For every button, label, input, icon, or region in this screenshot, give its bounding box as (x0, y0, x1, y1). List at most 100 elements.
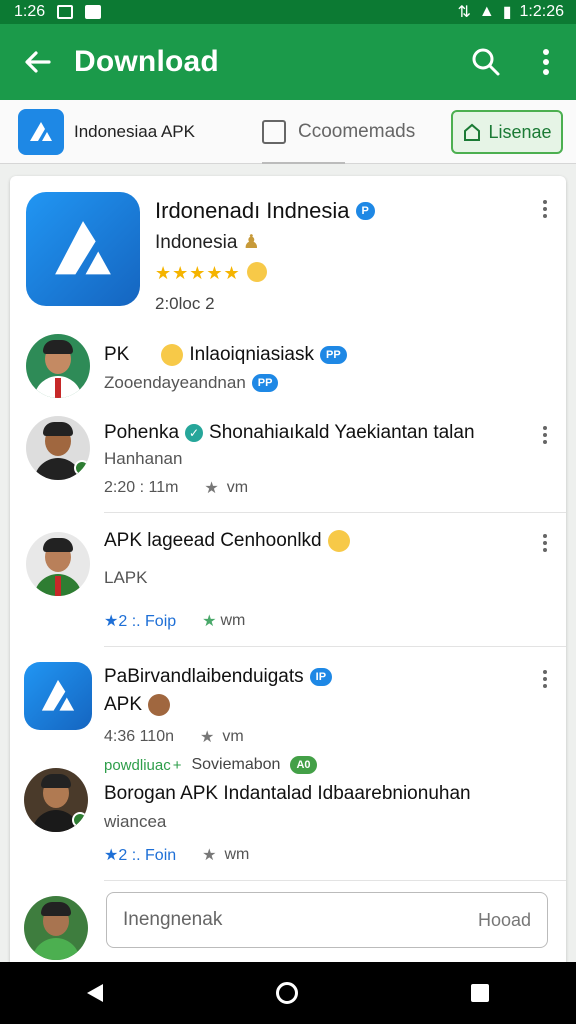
like-label: vm (222, 728, 244, 745)
comment-text: Shonahiaıkald Yaekiantan talan (209, 422, 475, 443)
comment-more-button[interactable] (542, 534, 548, 552)
rating-label: 2 :. Foin (118, 847, 177, 864)
grin-emoji-icon (327, 530, 350, 552)
tab-comments[interactable]: Ccoomemads (262, 100, 415, 164)
star-icon: ★ (200, 729, 215, 746)
comment-more-button[interactable] (542, 670, 548, 688)
star-icon: ★ (202, 613, 217, 630)
app-subtitle-text: Indonesia (155, 232, 238, 253)
upload-button[interactable]: Hooad (478, 910, 531, 931)
comment-header-line: powdliuac + Soviemabon A0 (104, 756, 317, 774)
like-label: wm (224, 846, 250, 863)
app-card: Irdonenadı Indnesia P Indonesia ♟ ★★★★★ … (10, 176, 566, 976)
nav-home-icon[interactable] (275, 982, 298, 1004)
app-bar: Download (0, 24, 576, 100)
comment-text: Borogan APK Indantalad Idbaarebnionuhan (104, 783, 471, 804)
system-nav-bar (0, 962, 576, 1024)
comment-more-button[interactable] (542, 426, 548, 444)
back-button[interactable] (0, 24, 74, 100)
app-subtitle: Indonesia ♟ (155, 231, 260, 254)
comment-meta: 4:36 110n ★ vm (104, 727, 244, 747)
app-rating: ★★★★★ (155, 262, 267, 284)
divider (104, 512, 566, 513)
battery-icon: ▮ (502, 4, 512, 21)
comment-name: APK lageead Cenhoonlkd (104, 530, 350, 552)
license-button-label: Lisenae (488, 121, 552, 142)
license-button[interactable]: Lisenae (451, 110, 563, 154)
nav-recents-icon[interactable] (471, 984, 490, 1002)
rating-button[interactable]: ★2 :. Foip (104, 611, 176, 631)
like-button[interactable]: ★ vm (200, 727, 244, 747)
online-indicator (74, 460, 90, 476)
like-button[interactable]: ★ vm (204, 478, 248, 498)
comment-input[interactable]: Inengnenak Hooad (106, 892, 548, 948)
comment-subtext: APK (104, 694, 143, 715)
current-user-avatar (24, 896, 88, 960)
avatar[interactable] (24, 768, 88, 832)
comment-name: PaBirvandlaibenduigats IP (104, 666, 333, 688)
figure-icon: ♟ (242, 232, 260, 253)
overflow-menu-button[interactable] (516, 24, 576, 100)
comment-subline: Zooendayeandnan PP (104, 373, 279, 393)
rating-button[interactable]: ★2 :. Foin (104, 845, 176, 865)
comment-icon (262, 119, 286, 144)
star-icon: ★ (202, 847, 217, 864)
download-count: 2:0loc 2 (155, 294, 215, 313)
rating-label: 2 :. Foip (118, 613, 177, 630)
divider (104, 646, 566, 647)
card-more-button[interactable] (542, 200, 548, 218)
star-icon: ★ (104, 847, 119, 864)
tab-app[interactable]: Indonesiaa APK (18, 108, 218, 155)
gallery-notification-icon (57, 5, 74, 19)
tab-comments-label: Ccoomemads (298, 120, 416, 142)
comment-subline: wiancea (104, 812, 167, 831)
avatar[interactable] (26, 334, 90, 398)
comment-badge: A0 (290, 756, 317, 774)
search-icon (472, 48, 500, 76)
like-button[interactable]: ★ wm (202, 611, 245, 631)
status-bar: 1:26 ⇅ ▲ ▮ 1:2:26 (0, 0, 576, 24)
comment-badge: IP (309, 668, 333, 686)
avatar[interactable] (26, 532, 90, 596)
verified-badge: P (355, 202, 375, 220)
comment-badge: PP (320, 346, 347, 364)
like-label: vm (226, 479, 249, 496)
comment-input-placeholder: Inengnenak (123, 909, 223, 930)
comment-author: Pohenka (104, 422, 180, 443)
comment-time: 2:20 : 11m (104, 479, 179, 496)
comment-meta: ★2 :. Foin ★ wm (104, 845, 249, 865)
status-time-right: 1:2:26 (519, 3, 564, 20)
comment-author: APK lageead Cenhoonlkd (104, 530, 322, 551)
like-label: wm (220, 612, 246, 629)
page-title: Download (74, 45, 219, 78)
home-outline-icon (464, 123, 481, 141)
comment-author: Soviemabon (191, 756, 281, 773)
comment-subtext: Zooendayeandnan (104, 373, 246, 392)
comment-author: PK (104, 344, 130, 365)
comment-name: Pohenka ✓ Shonahiaıkald Yaekiantan talan (104, 422, 475, 444)
face-emoji-icon (148, 694, 171, 716)
comment-author: PaBirvandlaibenduigats (104, 666, 304, 687)
app-logo-icon (18, 108, 64, 155)
app-large-logo-icon (26, 192, 140, 306)
comment-subline: LAPK (104, 568, 148, 587)
app-avatar-icon[interactable] (24, 662, 92, 730)
smile-emoji-icon (246, 262, 267, 282)
comment-text: Inlaoiqniasiask (189, 344, 314, 365)
comment-name: PK Inlaoiqniasiask PP (104, 344, 347, 366)
tab-app-label: Indonesiaa APK (74, 121, 195, 141)
nav-back-icon[interactable] (86, 984, 103, 1002)
comment-subline: APK (104, 694, 171, 716)
search-button[interactable] (456, 24, 516, 100)
like-button[interactable]: ★ wm (202, 845, 249, 865)
comment-meta: ★2 :. Foip ★ wm (104, 611, 245, 631)
verified-check-icon: ✓ (185, 424, 204, 442)
data-transfer-icon: ⇅ (457, 4, 471, 21)
star-icon: ★ (104, 613, 119, 630)
more-vert-icon (543, 49, 549, 75)
avatar[interactable] (26, 416, 90, 480)
app-title-text: Irdonenadı Indnesia (155, 198, 350, 223)
tab-row: Indonesiaa APK Ccoomemads Lisenae (0, 100, 576, 164)
signal-icon: ▲ (478, 3, 495, 20)
wink-emoji-icon (161, 344, 184, 366)
